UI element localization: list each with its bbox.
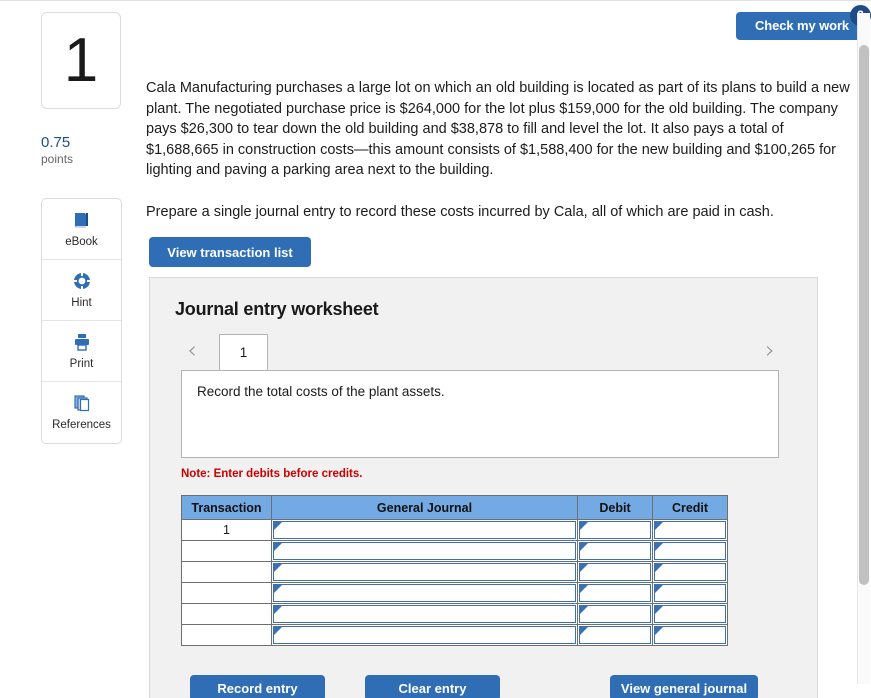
cell-general-journal[interactable]: [271, 603, 578, 625]
view-general-journal-button[interactable]: View general journal: [610, 675, 758, 698]
credit-input[interactable]: [654, 563, 726, 581]
vertical-scrollbar-track[interactable]: [857, 13, 870, 684]
cell-debit[interactable]: [577, 540, 653, 562]
worksheet-tab-1[interactable]: 1: [219, 334, 268, 372]
cell-credit[interactable]: [652, 540, 728, 562]
cell-general-journal[interactable]: [271, 561, 578, 583]
cell-debit[interactable]: [577, 561, 653, 583]
table-row: [181, 582, 728, 604]
tool-hint[interactable]: Hint: [42, 260, 121, 321]
debit-input[interactable]: [579, 521, 651, 539]
credit-input[interactable]: [654, 626, 726, 644]
worksheet-action-buttons: Record entry Clear entry View general jo…: [150, 675, 819, 698]
credit-input[interactable]: [654, 542, 726, 560]
ebook-icon: [72, 210, 92, 232]
cell-credit[interactable]: [652, 561, 728, 583]
main-content: Cala Manufacturing purchases a large lot…: [140, 0, 855, 698]
journal-entry-table: Transaction General Journal Debit Credit…: [181, 495, 728, 646]
references-icon: [72, 393, 92, 415]
next-tab-chevron-icon[interactable]: ›: [758, 337, 782, 363]
debit-input[interactable]: [579, 605, 651, 623]
prev-tab-chevron-icon[interactable]: ‹: [180, 337, 204, 363]
cell-credit[interactable]: [652, 624, 728, 646]
cell-transaction: [181, 624, 272, 646]
general-journal-input[interactable]: [273, 563, 576, 581]
credit-input[interactable]: [654, 605, 726, 623]
table-row: 1: [181, 519, 728, 541]
cell-transaction: 1: [181, 519, 272, 541]
cell-debit[interactable]: [577, 603, 653, 625]
column-header-general-journal: General Journal: [271, 495, 578, 520]
cell-debit[interactable]: [577, 624, 653, 646]
general-journal-input[interactable]: [273, 521, 576, 539]
points-block: 0.75 points: [41, 134, 121, 167]
worksheet-title: Journal entry worksheet: [175, 299, 379, 319]
points-value: 0.75: [41, 134, 71, 151]
credit-input[interactable]: [654, 521, 726, 539]
tool-references-label: References: [52, 419, 111, 431]
debit-input[interactable]: [579, 563, 651, 581]
tool-hint-label: Hint: [71, 296, 92, 309]
table-header-row: Transaction General Journal Debit Credit: [181, 495, 728, 520]
tool-ebook-label: eBook: [65, 235, 98, 248]
question-paragraph-2: Prepare a single journal entry to record…: [146, 203, 774, 220]
cell-transaction: [181, 540, 272, 562]
general-journal-input[interactable]: [273, 626, 576, 644]
column-header-transaction: Transaction: [181, 495, 272, 520]
journal-entry-worksheet-panel: Journal entry worksheet ‹ 1 › Record the…: [149, 277, 818, 698]
general-journal-input[interactable]: [273, 584, 576, 602]
cell-general-journal[interactable]: [271, 519, 578, 541]
question-number: 1: [63, 25, 99, 95]
debits-before-credits-note: Note: Enter debits before credits.: [181, 468, 363, 480]
table-row: [181, 561, 728, 583]
cell-debit[interactable]: [577, 582, 653, 604]
cell-credit[interactable]: [652, 582, 728, 604]
cell-credit[interactable]: [652, 603, 728, 625]
cell-transaction: [181, 603, 272, 625]
cell-transaction: [181, 561, 272, 583]
debit-input[interactable]: [579, 584, 651, 602]
tool-print-label: Print: [69, 357, 94, 370]
table-row: [181, 624, 728, 646]
tool-references[interactable]: References: [42, 382, 121, 443]
hint-icon: [72, 271, 92, 293]
worksheet-tab-strip: ‹ 1 ›: [150, 333, 819, 372]
clear-entry-button[interactable]: Clear entry: [365, 675, 500, 698]
credit-input[interactable]: [654, 584, 726, 602]
record-entry-button[interactable]: Record entry: [190, 675, 325, 698]
tool-panel: eBook Hint Print References: [41, 198, 122, 444]
column-header-debit: Debit: [577, 495, 653, 520]
cell-credit[interactable]: [652, 519, 728, 541]
points-label: points: [41, 152, 74, 166]
debit-input[interactable]: [579, 626, 651, 644]
general-journal-input[interactable]: [273, 542, 576, 560]
cell-general-journal[interactable]: [271, 540, 578, 562]
left-rail: 1 0.75 points eBook Hint Print Reference…: [0, 0, 140, 698]
question-paragraph-1: Cala Manufacturing purchases a large lot…: [146, 80, 850, 178]
view-transaction-list-button[interactable]: View transaction list: [149, 237, 311, 267]
tool-ebook[interactable]: eBook: [42, 199, 121, 260]
tool-print[interactable]: Print: [42, 321, 121, 382]
worksheet-instruction-text: Record the total costs of the plant asse…: [197, 384, 445, 399]
question-number-box: 1: [41, 12, 121, 109]
print-icon: [72, 332, 92, 354]
cell-debit[interactable]: [577, 519, 653, 541]
question-page: Check my work 2 1 0.75 points eBook: [0, 0, 871, 698]
worksheet-instruction-box: Record the total costs of the plant asse…: [181, 370, 779, 458]
general-journal-input[interactable]: [273, 605, 576, 623]
vertical-scrollbar-thumb[interactable]: [859, 45, 869, 585]
cell-transaction: [181, 582, 272, 604]
table-row: [181, 540, 728, 562]
cell-general-journal[interactable]: [271, 624, 578, 646]
table-row: [181, 603, 728, 625]
cell-general-journal[interactable]: [271, 582, 578, 604]
column-header-credit: Credit: [652, 495, 728, 520]
question-text: Cala Manufacturing purchases a large lot…: [146, 78, 856, 222]
debit-input[interactable]: [579, 542, 651, 560]
